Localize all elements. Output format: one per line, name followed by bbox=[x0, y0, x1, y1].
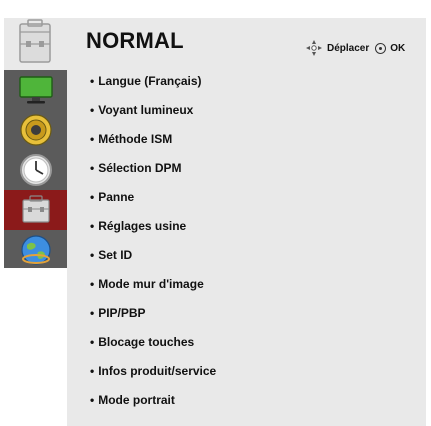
toolbox-icon bbox=[21, 195, 50, 223]
sidebar-item-time[interactable] bbox=[4, 150, 67, 190]
sidebar-item-audio[interactable] bbox=[4, 110, 67, 150]
list-item[interactable]: • Panne bbox=[90, 187, 216, 216]
list-item[interactable]: • Sélection DPM bbox=[90, 158, 216, 187]
list-item[interactable]: • Mode portrait bbox=[90, 390, 216, 419]
list-item[interactable]: • Mode mur d'image bbox=[90, 274, 216, 303]
speaker-icon bbox=[19, 114, 52, 146]
list-item[interactable]: • Méthode ISM bbox=[90, 129, 216, 158]
ok-label: OK bbox=[390, 42, 406, 54]
page-title: NORMAL bbox=[86, 28, 184, 53]
category-sidebar bbox=[4, 70, 67, 268]
osd-menu: NORMAL Déplacer OK • Langue (Français) •… bbox=[0, 0, 431, 426]
list-item[interactable]: • Réglages usine bbox=[90, 216, 216, 245]
sidebar-item-picture[interactable] bbox=[4, 70, 67, 110]
list-item[interactable]: • Infos produit/service bbox=[90, 361, 216, 390]
dpad-icon bbox=[306, 40, 322, 56]
ok-icon bbox=[375, 42, 387, 54]
globe-icon bbox=[20, 235, 51, 265]
sidebar-item-option[interactable] bbox=[4, 190, 67, 230]
clock-icon bbox=[19, 154, 52, 186]
option-list: • Langue (Français) • Voyant lumineux • Mét… bbox=[90, 71, 216, 419]
list-item[interactable]: • Voyant lumineux bbox=[90, 100, 216, 129]
sidebar-item-network[interactable] bbox=[4, 230, 67, 270]
list-item[interactable]: • Blocage touches bbox=[90, 332, 216, 361]
move-label: Déplacer bbox=[327, 42, 370, 54]
toolbox-header-icon bbox=[19, 19, 51, 63]
list-item[interactable]: • PIP/PBP bbox=[90, 303, 216, 332]
header-icon-box bbox=[4, 18, 67, 70]
list-item[interactable]: • Langue (Français) bbox=[90, 71, 216, 100]
list-item[interactable]: • Set ID bbox=[90, 245, 216, 274]
monitor-icon bbox=[18, 76, 53, 104]
nav-hint: Déplacer OK bbox=[305, 38, 405, 58]
